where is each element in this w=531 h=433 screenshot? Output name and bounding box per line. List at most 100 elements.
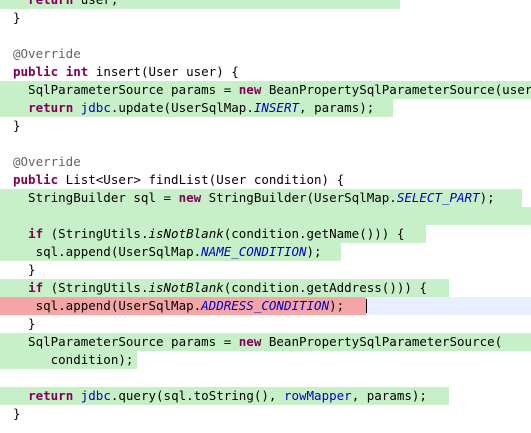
code-token: user; bbox=[73, 0, 119, 7]
code-line[interactable]: SqlParameterSource params = new BeanProp… bbox=[0, 333, 531, 351]
code-text: condition); bbox=[13, 351, 134, 369]
code-token: if bbox=[28, 280, 44, 295]
code-text: @Override bbox=[13, 153, 81, 171]
code-token: (StringUtils. bbox=[43, 280, 149, 295]
code-token: (condition.getName())) { bbox=[223, 226, 405, 241]
code-line[interactable]: StringBuilder sql = new StringBuilder(Us… bbox=[0, 189, 531, 207]
code-text: SqlParameterSource params = new BeanProp… bbox=[13, 81, 531, 99]
code-token: INSERT bbox=[253, 100, 300, 115]
code-token: StringBuilder(UserSqlMap. bbox=[201, 190, 397, 205]
code-token: StringBuilder sql = bbox=[13, 190, 179, 205]
code-token: , params); bbox=[299, 100, 375, 115]
code-token: BeanPropertySqlParameterSource(user); bbox=[261, 82, 531, 97]
code-token: new bbox=[178, 190, 202, 205]
code-text: sql.append(UserSqlMap.NAME_CONDITION); bbox=[13, 243, 322, 261]
code-token: .update(UserSqlMap. bbox=[110, 100, 254, 115]
code-token: (condition.getAddress())) { bbox=[223, 280, 427, 295]
code-line[interactable] bbox=[0, 135, 531, 153]
code-line[interactable]: } bbox=[0, 9, 531, 27]
code-token: , params); bbox=[351, 388, 427, 403]
code-line[interactable]: } bbox=[0, 261, 531, 279]
code-text: if (StringUtils.isNotBlank(condition.get… bbox=[13, 225, 404, 243]
code-token: new bbox=[238, 82, 262, 97]
code-text: public int insert(User user) { bbox=[13, 63, 239, 81]
code-token: BeanPropertySqlParameterSource( bbox=[261, 334, 503, 349]
code-token: new bbox=[238, 334, 262, 349]
code-text: public List<User> findList(User conditio… bbox=[13, 171, 344, 189]
code-line[interactable]: SqlParameterSource params = new BeanProp… bbox=[0, 81, 531, 99]
code-line[interactable]: @Override bbox=[0, 45, 531, 63]
code-token: ); bbox=[479, 190, 495, 205]
code-token: SqlParameterSource params = bbox=[13, 334, 239, 349]
code-line[interactable]: sql.append(UserSqlMap.ADDRESS_CONDITION)… bbox=[0, 297, 531, 315]
code-text: } bbox=[13, 315, 36, 333]
code-token: isNotBlank bbox=[148, 280, 224, 295]
code-text: StringBuilder sql = new StringBuilder(Us… bbox=[13, 189, 495, 207]
code-token: } bbox=[13, 10, 21, 25]
code-token: insert(User user) { bbox=[88, 64, 239, 79]
code-token: return bbox=[28, 388, 74, 403]
code-token: return bbox=[28, 100, 74, 115]
code-token: rowMapper bbox=[283, 388, 352, 403]
code-text: SqlParameterSource params = new BeanProp… bbox=[13, 333, 502, 351]
code-token: SqlParameterSource params = bbox=[13, 82, 239, 97]
code-token: ); bbox=[306, 244, 322, 259]
code-text: } bbox=[13, 261, 36, 279]
code-line[interactable]: } bbox=[0, 405, 531, 423]
code-text: if (StringUtils.isNotBlank(condition.get… bbox=[13, 279, 427, 297]
code-line[interactable] bbox=[0, 369, 531, 387]
code-line[interactable]: public int insert(User user) { bbox=[0, 63, 531, 81]
code-line[interactable]: } bbox=[0, 315, 531, 333]
code-editor[interactable]: return user;} @Override public int insert(… bbox=[0, 0, 531, 423]
code-line[interactable] bbox=[0, 27, 531, 45]
code-token: int bbox=[65, 64, 89, 79]
code-token: NAME_CONDITION bbox=[201, 244, 307, 259]
code-line[interactable]: if (StringUtils.isNotBlank(condition.get… bbox=[0, 225, 531, 243]
code-token: @Override bbox=[13, 154, 81, 169]
code-line[interactable]: sql.append(UserSqlMap.NAME_CONDITION); bbox=[0, 243, 531, 261]
code-token: isNotBlank bbox=[148, 226, 224, 241]
code-token: @Override bbox=[13, 46, 81, 61]
code-token: } bbox=[13, 118, 21, 133]
code-token: List<User> findList(User condition) { bbox=[58, 172, 345, 187]
code-text: return jdbc.update(UserSqlMap.INSERT, pa… bbox=[13, 99, 374, 117]
code-token: jdbc bbox=[80, 388, 111, 403]
code-line[interactable]: if (StringUtils.isNotBlank(condition.get… bbox=[0, 279, 531, 297]
code-token: jdbc bbox=[80, 100, 111, 115]
code-token: (StringUtils. bbox=[43, 226, 149, 241]
code-token: return bbox=[28, 0, 73, 7]
code-text: sql.append(UserSqlMap.ADDRESS_CONDITION)… bbox=[13, 297, 345, 315]
code-line[interactable]: return user; bbox=[0, 0, 531, 9]
code-token: public bbox=[13, 64, 59, 79]
code-line[interactable] bbox=[0, 207, 531, 225]
code-text: } bbox=[13, 117, 21, 135]
code-text: } bbox=[13, 9, 21, 27]
code-token: ADDRESS_CONDITION bbox=[201, 298, 330, 313]
code-line[interactable]: condition); bbox=[0, 351, 531, 369]
code-line[interactable]: public List<User> findList(User conditio… bbox=[0, 171, 531, 189]
code-token: } bbox=[13, 262, 36, 277]
code-text: } bbox=[13, 405, 21, 423]
code-token: public bbox=[13, 172, 59, 187]
code-line[interactable]: return jdbc.query(sql.toString(), rowMap… bbox=[0, 387, 531, 405]
code-token: } bbox=[13, 316, 36, 331]
text-caret bbox=[366, 299, 367, 313]
code-token: if bbox=[28, 226, 44, 241]
code-token: SELECT_PART bbox=[396, 190, 480, 205]
code-line[interactable]: return jdbc.update(UserSqlMap.INSERT, pa… bbox=[0, 99, 531, 117]
code-text: return jdbc.query(sql.toString(), rowMap… bbox=[13, 387, 427, 405]
code-text: @Override bbox=[13, 45, 81, 63]
code-line[interactable]: @Override bbox=[0, 153, 531, 171]
code-token: .query(sql.toString(), bbox=[110, 388, 284, 403]
code-line[interactable]: } bbox=[0, 117, 531, 135]
code-token: ); bbox=[329, 298, 345, 313]
code-token: sql.append(UserSqlMap. bbox=[13, 244, 202, 259]
